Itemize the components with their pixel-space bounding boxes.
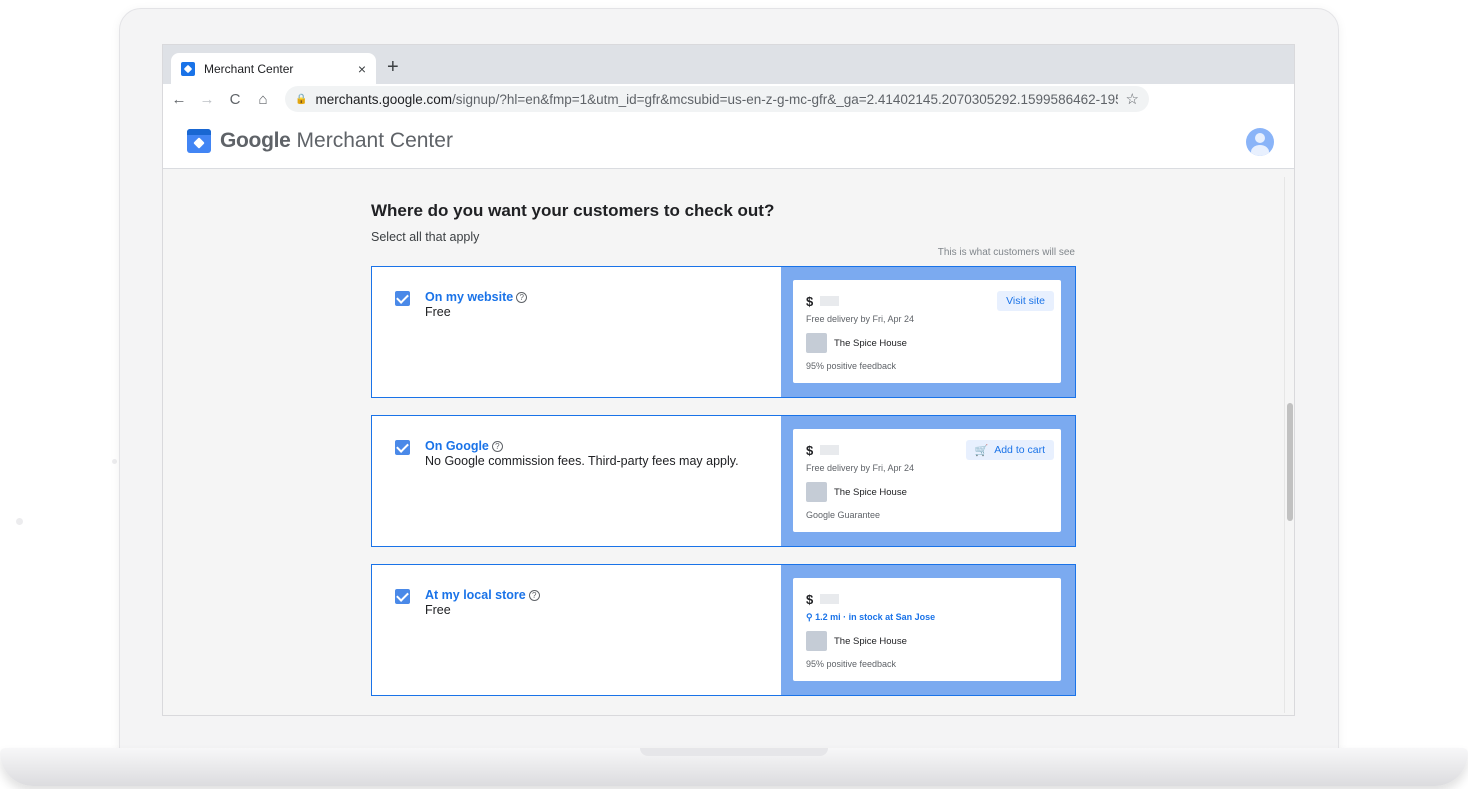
price-placeholder [820, 594, 839, 604]
decorative-dot [112, 459, 117, 464]
preview-card: $ ⚲ 1.2 mi · in stock at San Jose The Sp… [793, 578, 1061, 681]
url-host: merchants.google.com [315, 91, 453, 107]
app-header: Google Merchant Center [163, 114, 1294, 169]
brand-google: Google [220, 129, 291, 152]
store-name: The Spice House [834, 636, 907, 647]
url-path: /signup/?hl=en&fmp=1&utm_id=gfr&mcsubid=… [452, 91, 1118, 107]
store-thumbnail [806, 333, 827, 353]
merchant-center-favicon-icon [181, 61, 195, 76]
help-icon[interactable]: ? [516, 292, 528, 303]
address-bar[interactable]: 🔒 merchants.google.com /signup/?hl=en&fm… [285, 86, 1149, 112]
preview-card: $ Visit site Free delivery by Fri, Apr 2… [793, 280, 1061, 383]
decorative-dot [16, 518, 23, 525]
visit-site-label: Visit site [1006, 295, 1045, 307]
delivery-text: Free delivery by Fri, Apr 24 [806, 314, 915, 324]
bookmark-star-icon[interactable]: ☆ [1126, 90, 1139, 108]
cart-icon: 🛒 [974, 444, 989, 457]
close-icon[interactable]: × [358, 61, 366, 77]
price-symbol: $ [806, 294, 814, 309]
option-local-store[interactable]: At my local store? Free $ ⚲ 1.2 mi · in … [371, 564, 1076, 696]
tab-merchant-center[interactable]: Merchant Center × [171, 53, 376, 84]
option-title[interactable]: At my local store? [425, 588, 540, 602]
preview-card: $ 🛒 Add to cart Free delivery by Fri, Apr… [793, 429, 1061, 532]
option-title-text: At my local store [425, 588, 526, 602]
store-name: The Spice House [834, 338, 907, 349]
option-title-text: On my website [425, 290, 514, 304]
option-title[interactable]: On Google? [425, 439, 503, 453]
preview-panel: $ Visit site Free delivery by Fri, Apr 2… [781, 267, 1075, 397]
add-to-cart-button[interactable]: 🛒 Add to cart [965, 440, 1054, 460]
local-stock-text: ⚲ 1.2 mi · in stock at San Jose [806, 612, 936, 622]
page-subtitle: Select all that apply [371, 230, 480, 244]
option-website[interactable]: On my website? Free $ Visit site Free de… [371, 266, 1076, 398]
merchant-center-logo-icon [187, 129, 211, 153]
website-checkbox[interactable] [395, 291, 410, 306]
option-title-text: On Google [425, 439, 489, 453]
avatar[interactable] [1246, 128, 1274, 156]
preview-panel: $ ⚲ 1.2 mi · in stock at San Jose The Sp… [781, 565, 1075, 695]
laptop-mockup: Merchant Center × + ← → C ⌂ 🔒 merchants.… [0, 0, 1468, 789]
laptop-base [0, 748, 1468, 786]
home-icon[interactable]: ⌂ [251, 91, 275, 108]
back-icon[interactable]: ← [167, 91, 191, 108]
store-name: The Spice House [834, 487, 907, 498]
local-store-checkbox[interactable] [395, 589, 410, 604]
option-info: On my website? Free [372, 267, 781, 397]
lock-icon: 🔒 [295, 93, 308, 105]
option-info: On Google? No Google commission fees. Th… [372, 416, 781, 546]
tab-title: Merchant Center [204, 61, 294, 76]
preview-note: This is what customers will see [937, 247, 1075, 258]
reload-icon[interactable]: C [223, 91, 247, 108]
tab-strip: Merchant Center × + [163, 45, 1294, 84]
delivery-text: Free delivery by Fri, Apr 24 [806, 463, 915, 473]
google-checkbox[interactable] [395, 440, 410, 455]
scrollbar[interactable] [1284, 177, 1294, 713]
help-icon[interactable]: ? [491, 441, 503, 452]
store-thumbnail [806, 482, 827, 502]
help-icon[interactable]: ? [528, 590, 540, 601]
price-placeholder [820, 445, 839, 455]
option-description: Free [425, 603, 451, 617]
browser-toolbar: ← → C ⌂ 🔒 merchants.google.com /signup/?… [163, 84, 1294, 114]
laptop-notch [640, 748, 828, 756]
option-description: Free [425, 305, 451, 319]
price-symbol: $ [806, 592, 814, 607]
option-info: At my local store? Free [372, 565, 781, 695]
store-thumbnail [806, 631, 827, 651]
brand-product: Merchant Center [296, 129, 453, 152]
card-footer: 95% positive feedback [806, 659, 897, 669]
card-footer: 95% positive feedback [806, 361, 897, 371]
new-tab-icon[interactable]: + [387, 57, 399, 77]
main-content: Where do you want your customers to chec… [163, 169, 1294, 715]
card-footer: Google Guarantee [806, 510, 881, 520]
option-google[interactable]: On Google? No Google commission fees. Th… [371, 415, 1076, 547]
add-to-cart-label: Add to cart [994, 444, 1045, 456]
browser-window: Merchant Center × + ← → C ⌂ 🔒 merchants.… [162, 44, 1295, 716]
preview-panel: $ 🛒 Add to cart Free delivery by Fri, Apr… [781, 416, 1075, 546]
visit-site-button[interactable]: Visit site [997, 291, 1054, 311]
option-description: No Google commission fees. Third-party f… [425, 454, 739, 468]
price-symbol: $ [806, 443, 814, 458]
forward-icon[interactable]: → [195, 91, 219, 108]
option-title[interactable]: On my website? [425, 290, 528, 304]
scrollbar-thumb[interactable] [1287, 403, 1293, 521]
price-placeholder [820, 296, 839, 306]
page-title: Where do you want your customers to chec… [371, 201, 775, 220]
